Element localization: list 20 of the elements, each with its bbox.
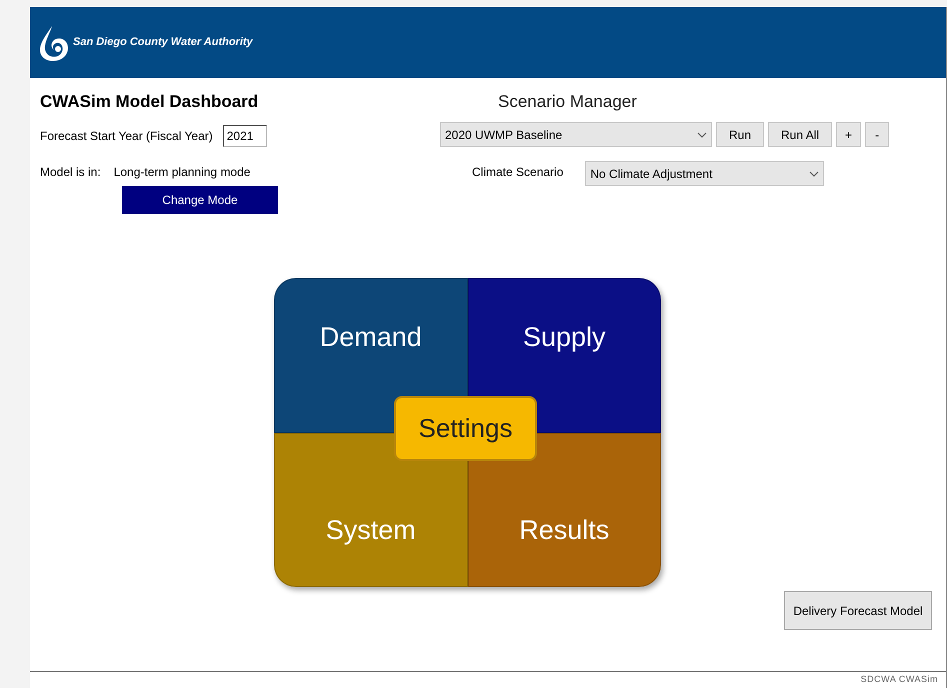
climate-scenario-dropdown[interactable]: No Climate Adjustment xyxy=(585,161,824,186)
model-mode-label: Model is in: xyxy=(40,164,101,181)
change-mode-button[interactable]: Change Mode xyxy=(122,186,278,214)
climate-scenario-label: Climate Scenario xyxy=(472,164,564,181)
scenario-manager-title: Scenario Manager xyxy=(498,92,638,112)
model-mode-value: Long-term planning mode xyxy=(114,164,250,181)
dashboard-title: CWASim Model Dashboard xyxy=(40,92,260,112)
chevron-down-icon xyxy=(697,132,707,138)
delivery-forecast-button[interactable]: Delivery Forecast Model xyxy=(784,591,932,630)
scenario-dropdown[interactable]: 2020 UWMP Baseline xyxy=(440,122,712,147)
scenario-action-button[interactable]: + xyxy=(836,122,862,147)
organization-name: San Diego County Water Authority xyxy=(73,35,253,50)
scenario-action-button[interactable]: Run All xyxy=(768,122,832,147)
forecast-year-field[interactable]: 2021 xyxy=(222,125,267,147)
forecast-year-label: Forecast Start Year (Fiscal Year) xyxy=(40,128,213,145)
chevron-down-icon xyxy=(809,170,820,176)
scenario-action-button[interactable]: Run xyxy=(716,122,764,147)
footer-text: SDCWA CWASim xyxy=(860,673,938,686)
scenario-action-button[interactable]: - xyxy=(865,122,890,147)
settings-tile[interactable]: Settings xyxy=(394,396,537,461)
